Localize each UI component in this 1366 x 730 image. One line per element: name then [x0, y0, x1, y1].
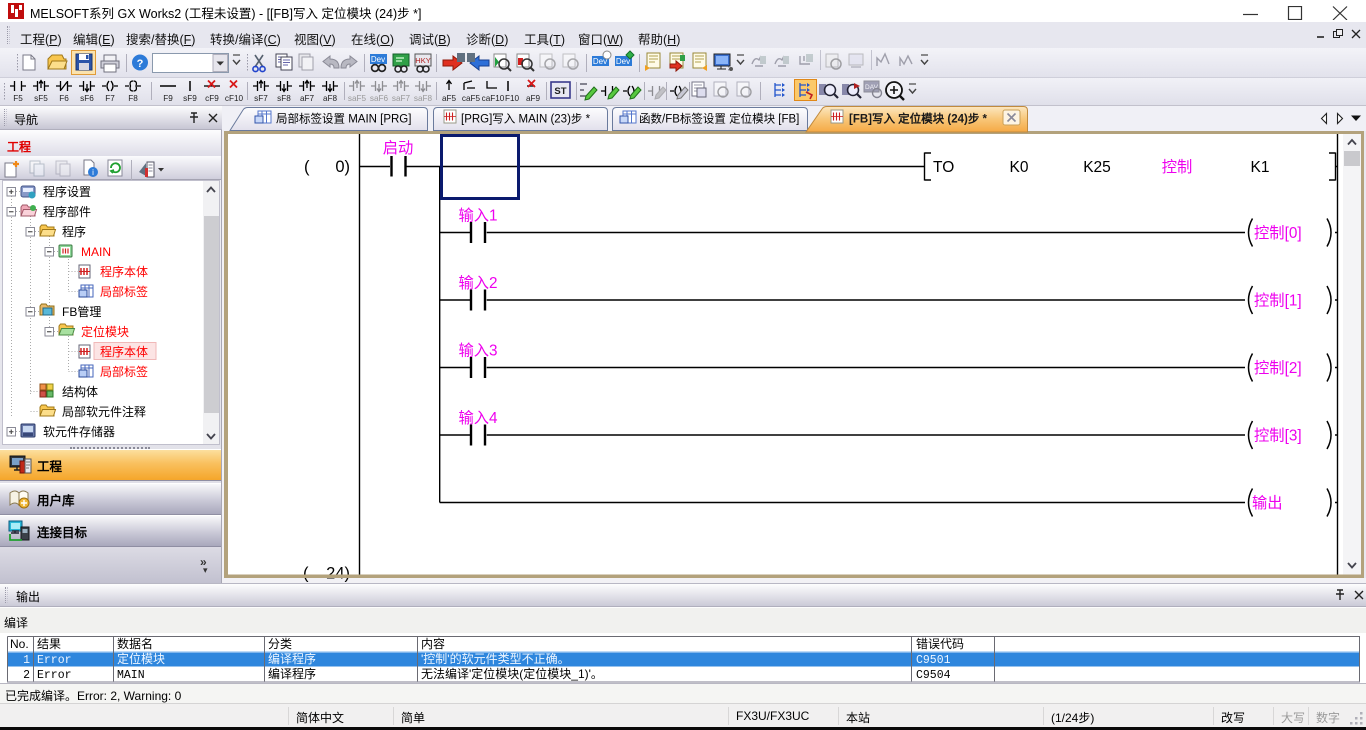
svg-text:K25: K25	[1083, 159, 1111, 176]
svg-text:caF10: caF10	[482, 94, 505, 103]
svg-text:Dev: Dev	[616, 57, 630, 66]
svg-text:ST: ST	[554, 86, 566, 97]
svg-text:程序本体: 程序本体	[100, 264, 148, 279]
svg-text:局部软元件注释: 局部软元件注释	[62, 404, 146, 419]
svg-text:编译程序: 编译程序	[268, 651, 316, 666]
svg-text:F9: F9	[163, 94, 173, 103]
svg-text:K0: K0	[1010, 159, 1029, 176]
svg-text:局部标签: 局部标签	[100, 284, 148, 299]
svg-text:aF9: aF9	[526, 94, 541, 103]
svg-text:控制[3]: 控制[3]	[1254, 428, 1302, 445]
svg-text:saF7: saF7	[392, 94, 411, 103]
svg-text:Error: Error	[37, 654, 72, 667]
svg-text:无法编译'定位模块(定位模块_1)'。: 无法编译'定位模块(定位模块_1)'。	[421, 666, 603, 681]
svg-text:数据名: 数据名	[117, 636, 153, 651]
svg-text:控制[1]: 控制[1]	[1254, 293, 1302, 310]
svg-text:分类: 分类	[268, 637, 292, 651]
svg-text:程序: 程序	[62, 224, 86, 239]
svg-text:[PRG]写入 MAIN (23)步 *: [PRG]写入 MAIN (23)步 *	[461, 113, 591, 126]
svg-text:内容: 内容	[421, 636, 445, 651]
svg-text:局部标签设置 MAIN [PRG]: 局部标签设置 MAIN [PRG]	[276, 112, 411, 126]
svg-text:sF5: sF5	[34, 94, 48, 103]
svg-text:F7: F7	[105, 94, 115, 103]
svg-text:TO: TO	[933, 159, 954, 176]
svg-text:启动: 启动	[383, 140, 414, 157]
svg-text:控制[2]: 控制[2]	[1254, 360, 1302, 377]
svg-text:输入1: 输入1	[458, 208, 497, 225]
svg-text:cF10: cF10	[225, 94, 244, 103]
svg-text:K1: K1	[1251, 159, 1270, 176]
svg-text:saF5: saF5	[348, 94, 367, 103]
svg-text:caF5: caF5	[462, 94, 481, 103]
svg-text:结果: 结果	[37, 637, 61, 651]
svg-text:输入2: 输入2	[458, 275, 497, 292]
svg-text:sF7: sF7	[254, 94, 268, 103]
svg-text:'控制'的软元件类型不正确。: '控制'的软元件类型不正确。	[421, 651, 570, 666]
svg-text:DAV: DAV	[865, 84, 879, 91]
svg-text:aF8: aF8	[323, 94, 338, 103]
svg-text:cF9: cF9	[205, 94, 219, 103]
svg-text:控制[0]: 控制[0]	[1254, 225, 1302, 242]
svg-text:C9501: C9501	[916, 654, 951, 667]
svg-text:F5: F5	[13, 94, 23, 103]
svg-text:结构体: 结构体	[62, 384, 98, 399]
svg-text:函数/FB标签设置 定位模块 [FB]: 函数/FB标签设置 定位模块 [FB]	[639, 112, 799, 126]
svg-text:24): 24)	[326, 565, 350, 583]
svg-text:aF7: aF7	[300, 94, 315, 103]
svg-text:F8: F8	[128, 94, 138, 103]
svg-text:F6: F6	[59, 94, 69, 103]
svg-text:0): 0)	[335, 158, 350, 176]
svg-text:程序部件: 程序部件	[43, 204, 91, 219]
svg-text:F10: F10	[505, 94, 520, 103]
svg-text:编译程序: 编译程序	[268, 666, 316, 681]
svg-text:C9504: C9504	[916, 669, 951, 682]
svg-text:sF8: sF8	[277, 94, 291, 103]
svg-text:定位模块: 定位模块	[81, 324, 129, 339]
svg-text:aF5: aF5	[442, 94, 457, 103]
svg-text:saF6: saF6	[370, 94, 389, 103]
svg-text:No.: No.	[10, 637, 29, 651]
svg-text:输出: 输出	[1252, 495, 1283, 512]
svg-text:HKY: HKY	[415, 56, 430, 65]
svg-text:(: (	[303, 565, 309, 583]
svg-text:局部标签: 局部标签	[100, 364, 148, 379]
svg-text:Dev: Dev	[371, 55, 385, 64]
svg-text:sF6: sF6	[80, 94, 94, 103]
svg-text:2: 2	[23, 669, 30, 682]
svg-text:控制: 控制	[1162, 159, 1193, 176]
svg-text:i: i	[92, 168, 94, 177]
svg-text:Error: Error	[37, 669, 72, 682]
svg-text:1: 1	[23, 654, 30, 667]
svg-text:?: ?	[137, 58, 144, 70]
svg-text:输入3: 输入3	[458, 343, 497, 360]
svg-text:定位模块: 定位模块	[117, 651, 165, 666]
svg-text:输入4: 输入4	[458, 410, 498, 427]
svg-text:(: (	[304, 158, 310, 176]
svg-text:错误代码: 错误代码	[916, 637, 964, 651]
svg-text:软元件存储器: 软元件存储器	[43, 424, 115, 439]
svg-text:MAIN: MAIN	[117, 669, 145, 682]
svg-text:程序设置: 程序设置	[43, 184, 91, 199]
svg-text:FB管理: FB管理	[62, 304, 101, 319]
svg-text:程序本体: 程序本体	[100, 344, 148, 359]
svg-text:saF8: saF8	[414, 94, 433, 103]
svg-text:[FB]写入 定位模块 (24)步 *: [FB]写入 定位模块 (24)步 *	[849, 112, 988, 126]
svg-text:sF9: sF9	[183, 94, 197, 103]
svg-text:MAIN: MAIN	[81, 245, 111, 259]
